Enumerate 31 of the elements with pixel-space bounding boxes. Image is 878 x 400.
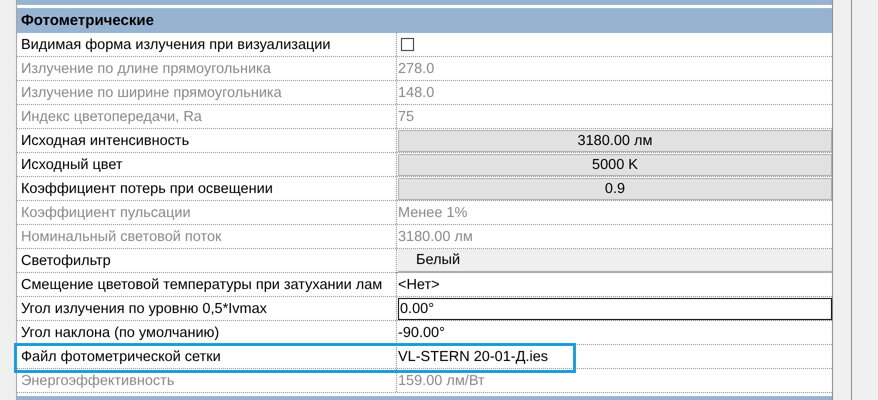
value-input[interactable]: 0.00° xyxy=(398,298,832,320)
property-label: Исходный цвет xyxy=(20,156,123,172)
property-value: 75 xyxy=(398,108,414,124)
property-label: Файл фотометрической сетки xyxy=(20,348,221,364)
property-label: Излучение по ширине прямоугольника xyxy=(20,84,282,100)
value-button[interactable]: 5000 K xyxy=(398,154,832,176)
property-value: VL-STERN 20-01-Д.ies xyxy=(398,348,548,364)
property-label: Видимая форма излучения при визуализации xyxy=(20,36,331,52)
property-label: Смещение цветовой температуры при затухании лам xyxy=(20,276,382,292)
property-label: Излучение по длине прямоугольника xyxy=(20,60,271,76)
property-value: -90.00° xyxy=(398,324,445,340)
property-value: 278.0 xyxy=(398,60,434,76)
property-label: Энергоэффективность xyxy=(20,372,174,388)
property-label: Коэффициент пульсации xyxy=(20,204,191,220)
property-label: Номинальный световой поток xyxy=(20,228,222,244)
property-label: Угол излучения по уровню 0,5*Ivmax xyxy=(20,300,267,316)
property-label: Индекс цветопередачи, Ra xyxy=(20,108,202,124)
section-header[interactable]: Фотометрические xyxy=(16,8,832,33)
property-value: 148.0 xyxy=(398,84,434,100)
property-label: Коэффициент потерь при освещении xyxy=(20,180,273,196)
property-value: 3180.00 лм xyxy=(398,228,473,244)
value-dropdown[interactable]: Белый xyxy=(398,249,832,273)
property-label: Исходная интенсивность xyxy=(20,132,190,148)
property-value: <Нет> xyxy=(398,276,440,292)
property-value: Менее 1% xyxy=(398,204,468,220)
checkbox[interactable] xyxy=(400,38,414,51)
value-button[interactable]: 0.9 xyxy=(398,178,832,200)
property-label: Светофильтр xyxy=(20,253,111,269)
value-button[interactable]: 3180.00 лм xyxy=(398,130,832,152)
property-value: 159.00 лм/Вт xyxy=(398,372,485,388)
property-label: Угол наклона (по умолчанию) xyxy=(20,324,220,340)
